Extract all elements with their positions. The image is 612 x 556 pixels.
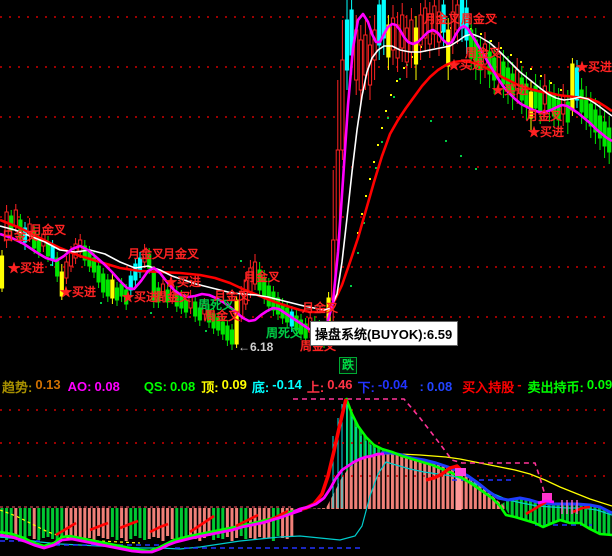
fall-status-badge: 跌 <box>339 357 357 374</box>
indicator-value: 0.46 <box>327 377 352 396</box>
indicator-item: AO:0.08 <box>68 379 120 394</box>
indicator-value: 0.08 <box>427 379 452 394</box>
indicator-value: - <box>517 377 521 396</box>
buyok-tooltip: 操盘系统(BUYOK):6.59 <box>310 321 458 346</box>
indicator-label: 上: <box>307 377 324 396</box>
indicator-label: QS: <box>144 379 167 394</box>
indicator-value: 0.08 <box>95 379 120 394</box>
indicator-item: QS:0.08 <box>144 379 195 394</box>
pink-column <box>456 477 462 510</box>
indicator-item: :0.08 <box>420 379 453 394</box>
indicator-value: 0.13 <box>35 377 60 396</box>
indicator-item: 底:-0.14 <box>252 377 302 396</box>
indicator-gridlines <box>0 410 612 476</box>
indicator-label: 顶: <box>201 377 218 396</box>
indicator-value-row: 趋势:0.13AO:0.08QS:0.08顶:0.09底:-0.14上:0.46… <box>2 377 612 395</box>
indicator-value: 0.09 <box>222 377 247 396</box>
indicator-label: 下: <box>358 377 375 396</box>
indicator-item: 买入持股- <box>462 377 521 396</box>
trading-app-window: 日金叉月金叉★买进★买进月金叉月金叉★买进周金叉★买进月金叉周死叉月金叉周金叉周… <box>0 0 612 556</box>
indicator-label: 底: <box>252 377 269 396</box>
indicator-item: 上:0.46 <box>307 377 353 396</box>
indicator-value: -0.14 <box>272 377 302 396</box>
indicator-item: 趋势:0.13 <box>2 377 61 396</box>
indicator-value: 0.09 <box>587 377 612 396</box>
indicator-value: -0.04 <box>378 377 408 396</box>
indicator-item: 顶:0.09 <box>201 377 247 396</box>
indicator-label: 卖出持币: <box>528 377 584 396</box>
indicator-item: 卖出持币:0.09 <box>528 377 612 396</box>
indicator-label: 趋势: <box>2 377 32 396</box>
indicator-chart-panel[interactable] <box>0 396 612 556</box>
indicator-label: 买入持股 <box>462 377 514 396</box>
magenta-blob <box>455 468 466 476</box>
ma-line-mid-white <box>0 34 612 310</box>
indicator-value: 0.08 <box>170 379 195 394</box>
indicator-label: AO: <box>68 379 92 394</box>
price-chart-panel[interactable] <box>0 0 612 375</box>
indicator-item: 下:-0.04 <box>358 377 408 396</box>
indicator-label: : <box>420 379 424 394</box>
candlesticks <box>0 0 610 350</box>
